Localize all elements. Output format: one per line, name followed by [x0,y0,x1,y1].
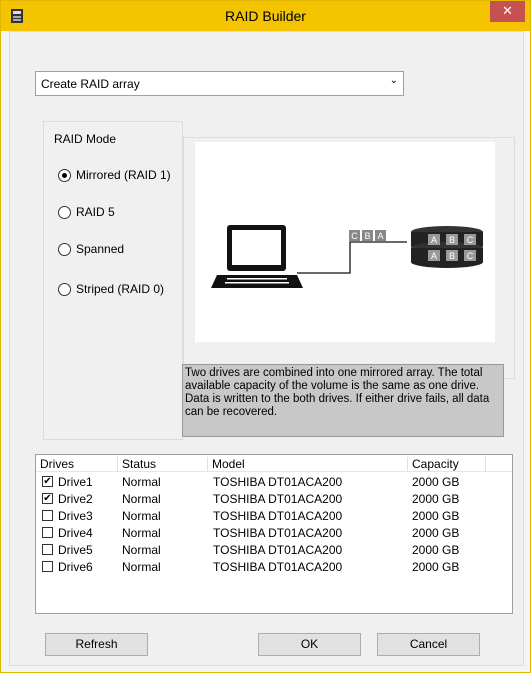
raid-mode-group: RAID Mode Mirrored (RAID 1) RAID 5 Spann… [43,121,183,440]
drive-capacity: 2000 GB [412,560,460,574]
drive-model: TOSHIBA DT01ACA200 [213,543,343,557]
radio-button[interactable] [58,169,71,182]
drives-list-header: Drives Status Model Capacity [36,455,512,472]
disk-label: C [467,251,474,261]
disk-label: B [449,251,455,261]
table-row[interactable]: Drive3 Normal TOSHIBA DT01ACA200 2000 GB [36,508,512,525]
drive-model: TOSHIBA DT01ACA200 [213,509,343,523]
drive-capacity: 2000 GB [412,492,460,506]
drive-checkbox[interactable] [42,527,53,538]
action-dropdown[interactable]: Create RAID array ⌄ [35,71,404,96]
radio-button[interactable] [58,243,71,256]
column-header-model[interactable]: Model [208,457,408,471]
drive-name: Drive5 [58,543,93,557]
drive-name: Drive6 [58,560,93,574]
drive-status: Normal [122,509,161,523]
refresh-button[interactable]: Refresh [45,633,148,656]
table-row[interactable]: Drive4 Normal TOSHIBA DT01ACA200 2000 GB [36,525,512,542]
radio-button[interactable] [58,283,71,296]
dialog-body: Create RAID array ⌄ RAID Mode Mirrored (… [9,31,524,666]
disk-label: C [467,235,474,245]
table-row[interactable]: Drive6 Normal TOSHIBA DT01ACA200 2000 GB [36,559,512,576]
drive-checkbox[interactable] [42,561,53,572]
radio-button[interactable] [58,206,71,219]
action-dropdown-value: Create RAID array [41,77,140,91]
drive-status: Normal [122,543,161,557]
drive-checkbox[interactable]: ✔ [42,493,53,504]
drive-name: Drive4 [58,526,93,540]
drive-capacity: 2000 GB [412,543,460,557]
close-button[interactable]: ✕ [490,1,525,22]
disk-label: A [431,251,437,261]
drive-model: TOSHIBA DT01ACA200 [213,526,343,540]
mode-description: Two drives are combined into one mirrore… [182,364,504,437]
table-row[interactable]: ✔ Drive2 Normal TOSHIBA DT01ACA200 2000 GB [36,491,512,508]
table-row[interactable]: Drive5 Normal TOSHIBA DT01ACA200 2000 GB [36,542,512,559]
disk-label: A [431,235,437,245]
packet-label: A [377,231,383,241]
radio-label: RAID 5 [76,205,115,219]
drive-checkbox[interactable] [42,544,53,555]
drive-name: Drive1 [58,475,93,489]
drive-status: Normal [122,492,161,506]
raid-illustration: C B A A B C A B C [195,142,495,342]
cancel-button[interactable]: Cancel [377,633,480,656]
disk-stack-icon: A B C A B C [411,226,483,268]
drive-capacity: 2000 GB [412,475,460,489]
packet-label: C [351,231,358,241]
window-title: RAID Builder [225,8,306,24]
drive-checkbox[interactable] [42,510,53,521]
table-row[interactable]: ✔ Drive1 Normal TOSHIBA DT01ACA200 2000 GB [36,474,512,491]
drives-list[interactable]: Drives Status Model Capacity ✔ Drive1 Norm… [35,454,513,614]
drive-capacity: 2000 GB [412,526,460,540]
title-bar: RAID Builder ✕ [1,1,530,31]
data-packets: C B A [349,230,386,241]
drive-status: Normal [122,475,161,489]
disk-label: B [449,235,455,245]
drive-status: Normal [122,560,161,574]
radio-label: Mirrored (RAID 1) [76,168,171,182]
column-header-status[interactable]: Status [118,457,208,471]
column-header-drives[interactable]: Drives [36,457,118,471]
drive-model: TOSHIBA DT01ACA200 [213,560,343,574]
raid-builder-window: RAID Builder ✕ Create RAID array ⌄ RAID … [0,0,531,673]
ok-button[interactable]: OK [258,633,361,656]
radio-label: Spanned [76,242,125,256]
chevron-down-icon: ⌄ [389,75,398,86]
laptop-icon [211,225,303,288]
drive-name: Drive2 [58,492,93,506]
packet-label: B [364,231,370,241]
radio-label: Striped (RAID 0) [76,282,165,296]
drive-model: TOSHIBA DT01ACA200 [213,492,343,506]
drive-checkbox[interactable]: ✔ [42,476,53,487]
drive-capacity: 2000 GB [412,509,460,523]
drive-name: Drive3 [58,509,93,523]
drive-status: Normal [122,526,161,540]
raid-mode-title: RAID Mode [54,132,117,146]
drive-model: TOSHIBA DT01ACA200 [213,475,343,489]
column-header-capacity[interactable]: Capacity [408,457,486,471]
